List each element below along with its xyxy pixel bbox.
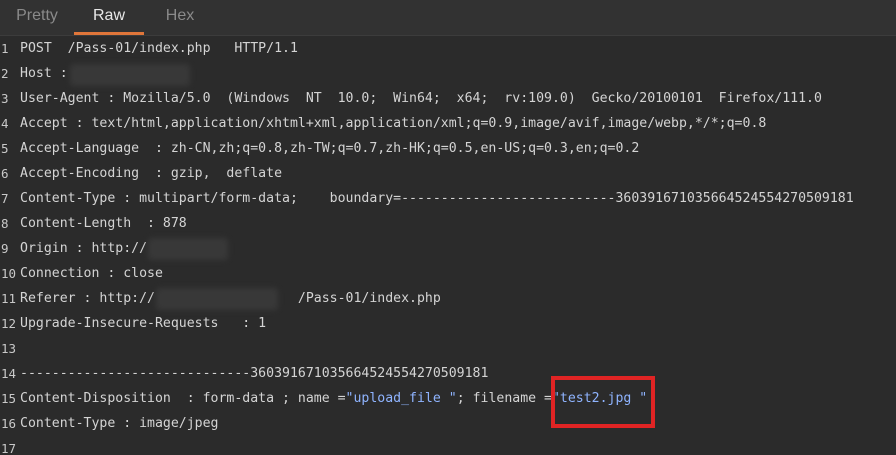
line-text: Connection : close <box>20 266 163 281</box>
line-text: Content-Disposition : form-data ; name = <box>20 391 346 406</box>
code-line: 8 Content-Length : 878 <box>0 211 896 236</box>
line-number: 8 <box>1 216 9 231</box>
redacted-referer-host <box>156 288 278 310</box>
field-name-value: "upload_file " <box>345 391 457 406</box>
line-text: -----------------------------36039167103… <box>20 366 489 381</box>
line-number: 3 <box>1 91 9 106</box>
code-line: 11 Referer : http:// /Pass-01/index.php <box>0 286 896 311</box>
line-number: 11 <box>1 291 17 306</box>
code-line: 3 User-Agent : Mozilla/5.0 (Windows NT 10… <box>0 86 896 111</box>
code-line: 7 Content-Type : multipart/form-data; bou… <box>0 186 896 211</box>
line-number: 13 <box>1 341 17 356</box>
code-line: 5 Accept-Language : zh-CN,zh;q=0.8,zh-TW;… <box>0 136 896 161</box>
line-text: Upgrade-Insecure-Requests : 1 <box>20 316 267 331</box>
code-line: 6 Accept-Encoding : gzip, deflate <box>0 161 896 186</box>
line-number: 6 <box>1 166 9 181</box>
tab-pretty[interactable]: Pretty <box>0 0 74 35</box>
line-number: 2 <box>1 66 9 81</box>
code-line: 14 -----------------------------360391671… <box>0 361 896 386</box>
line-number: 7 <box>1 191 9 206</box>
redacted-host <box>70 64 190 86</box>
line-text: Content-Length : 878 <box>20 216 187 231</box>
code-line: 4 Accept : text/html,application/xhtml+xm… <box>0 111 896 136</box>
code-line: 9 Origin : http:// <box>0 236 896 261</box>
line-number: 15 <box>1 391 17 406</box>
line-text: User-Agent : Mozilla/5.0 (Windows NT 10.… <box>20 91 822 106</box>
code-line-content-disposition: 15 Content-Disposition : form-data ; name… <box>0 386 896 411</box>
tab-raw[interactable]: Raw <box>74 0 144 35</box>
line-number: 9 <box>1 241 9 256</box>
tab-hex[interactable]: Hex <box>144 0 216 35</box>
line-number: 17 <box>1 441 17 455</box>
line-number: 5 <box>1 141 9 156</box>
line-text: POST /Pass-01/index.php HTTP/1.1 <box>20 41 298 56</box>
line-number: 12 <box>1 316 17 331</box>
view-tabs: Pretty Raw Hex <box>0 0 896 36</box>
code-line: 16 Content-Type : image/jpeg <box>0 411 896 436</box>
line-number: 14 <box>1 366 17 381</box>
line-text: Accept : text/html,application/xhtml+xml… <box>20 116 767 131</box>
line-text: Host : <box>20 66 76 81</box>
code-line: 12 Upgrade-Insecure-Requests : 1 <box>0 311 896 336</box>
code-line: 10 Connection : close <box>0 261 896 286</box>
code-line: 1 POST /Pass-01/index.php HTTP/1.1 <box>0 36 896 61</box>
raw-request-editor[interactable]: 1 POST /Pass-01/index.php HTTP/1.1 2 Host … <box>0 36 896 455</box>
line-text: ; filename = <box>456 391 552 406</box>
line-text: Accept-Language : zh-CN,zh;q=0.8,zh-TW;q… <box>20 141 640 156</box>
redacted-origin <box>148 238 228 260</box>
line-text: Origin : http:// <box>20 241 148 256</box>
code-line: 13 <box>0 336 896 361</box>
line-number: 16 <box>1 416 17 431</box>
line-text: Content-Type : image/jpeg <box>20 416 219 431</box>
line-number: 4 <box>1 116 9 131</box>
line-text: Content-Type : multipart/form-data; boun… <box>20 191 854 206</box>
line-number: 10 <box>1 266 17 281</box>
line-text: Accept-Encoding : gzip, deflate <box>20 166 283 181</box>
code-line: 17 <box>0 436 896 455</box>
filename-value: "test2.jpg " <box>551 391 648 406</box>
line-number: 1 <box>1 41 9 56</box>
